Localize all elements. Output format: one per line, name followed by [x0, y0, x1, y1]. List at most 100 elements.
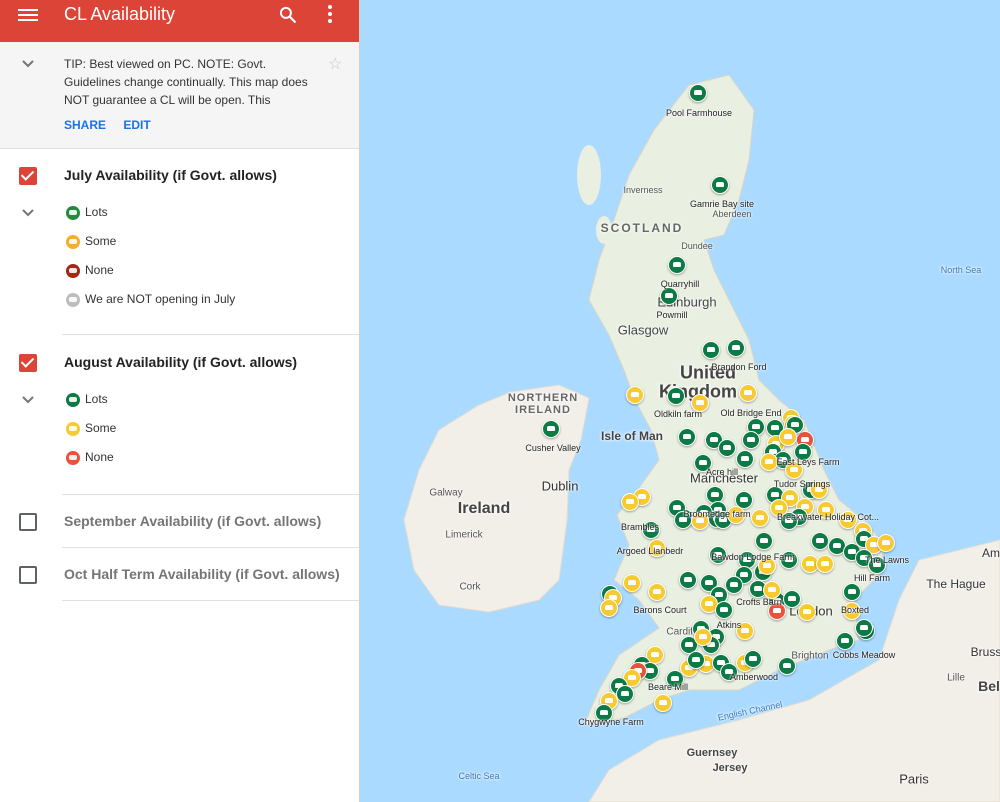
layer-october-title: Oct Half Term Availability (if Govt. all…: [64, 566, 340, 582]
campsite-marker[interactable]: [816, 555, 834, 573]
city-label-amsterdam: Am: [982, 546, 1000, 560]
campervan-icon: [66, 264, 80, 278]
campsite-marker[interactable]: [668, 256, 686, 274]
campsite-marker[interactable]: [760, 453, 778, 471]
campsite-label: Gamrie Bay site: [689, 199, 755, 209]
campsite-marker[interactable]: [689, 84, 707, 102]
campsite-marker[interactable]: [751, 509, 769, 527]
campsite-marker[interactable]: [711, 176, 729, 194]
campsite-label: Argoed Llanbedr: [616, 546, 684, 556]
campsite-marker[interactable]: [654, 694, 672, 712]
region-label-northern-ireland: IRELAND: [515, 404, 571, 416]
campsite-marker[interactable]: [667, 387, 685, 405]
campsite-label: The Lawns: [864, 555, 910, 565]
layer-september-checkbox[interactable]: [19, 513, 37, 531]
layer-october-checkbox[interactable]: [19, 566, 37, 584]
description-text: TIP: Best viewed on PC. NOTE: Govt. Guid…: [64, 57, 308, 107]
campsite-marker[interactable]: [778, 657, 796, 675]
region-label-northern-ireland: NORTHERN: [507, 392, 579, 404]
campsite-label: Amberwood: [729, 672, 779, 682]
campsite-marker[interactable]: [678, 428, 696, 446]
campsite-marker[interactable]: [877, 534, 895, 552]
campsite-marker[interactable]: [660, 287, 678, 305]
city-label-brighton: Brighton: [791, 650, 829, 662]
campsite-label: Atkins: [716, 620, 742, 630]
campsite-marker[interactable]: [836, 632, 854, 650]
search-icon[interactable]: [278, 5, 298, 25]
campsite-marker[interactable]: [783, 590, 801, 608]
city-label-brussels: Bruss: [970, 645, 1000, 659]
menu-icon[interactable]: [18, 6, 38, 26]
campsite-marker[interactable]: [742, 431, 760, 449]
campsite-marker[interactable]: [811, 532, 829, 550]
campsite-label: Pool Farmhouse: [665, 108, 733, 118]
chevron-down-icon[interactable]: [20, 56, 36, 72]
sea-label-celtic-sea: Celtic Sea: [458, 771, 500, 781]
layer-august-checkbox[interactable]: [19, 354, 37, 372]
campsite-label: Cobbs Meadow: [832, 650, 896, 660]
layer-july: July Availability (if Govt. allows) Lots…: [0, 149, 359, 335]
campsite-marker[interactable]: [621, 493, 639, 511]
city-label-paris: Paris: [899, 771, 929, 787]
campsite-marker[interactable]: [694, 628, 712, 646]
layer-october: Oct Half Term Availability (if Govt. all…: [0, 548, 359, 601]
city-label-lille: Lille: [947, 672, 965, 684]
campsite-label: Acre hill: [705, 467, 739, 477]
campsite-marker[interactable]: [679, 571, 697, 589]
campsite-marker[interactable]: [542, 420, 560, 438]
sea-label-north-sea: North Sea: [940, 265, 982, 275]
campsite-label: Beare Mill: [647, 682, 689, 692]
campsite-marker[interactable]: [725, 576, 743, 594]
layer-july-title: July Availability (if Govt. allows): [64, 167, 277, 183]
country-label-ireland: Ireland: [457, 500, 511, 517]
campervan-icon: [66, 206, 80, 220]
campsite-marker[interactable]: [798, 603, 816, 621]
campsite-marker[interactable]: [736, 450, 754, 468]
campsite-label: Oldkiln farm: [653, 409, 703, 419]
campsite-label: Cusher Valley: [525, 443, 581, 453]
city-label-limerick: Limerick: [445, 529, 483, 541]
campsite-marker[interactable]: [702, 341, 720, 359]
share-link[interactable]: SHARE: [64, 118, 106, 132]
campervan-icon: [66, 393, 80, 407]
campsite-marker[interactable]: [687, 651, 705, 669]
city-label-glasgow: Glasgow: [617, 322, 669, 338]
campsite-marker[interactable]: [648, 583, 666, 601]
layer-september: September Availability (if Govt. allows): [0, 495, 359, 548]
city-label-dublin: Dublin: [541, 478, 579, 494]
layers-panel: CL Availability TIP: Best viewed on PC. …: [0, 0, 360, 802]
campsite-marker[interactable]: [855, 619, 873, 637]
city-label-galway: Galway: [429, 487, 463, 499]
campsite-label: Barons Court: [633, 605, 687, 615]
campsite-marker[interactable]: [600, 599, 618, 617]
page-title: CL Availability: [64, 4, 176, 24]
chevron-down-icon[interactable]: [20, 392, 36, 408]
campsite-marker[interactable]: [718, 439, 736, 457]
more-vert-icon[interactable]: [326, 4, 334, 24]
campsite-marker[interactable]: [727, 339, 745, 357]
campervan-icon: [66, 235, 80, 249]
campsite-marker[interactable]: [843, 583, 861, 601]
campsite-label: Brambles: [620, 522, 660, 532]
campsite-marker[interactable]: [626, 386, 644, 404]
layer-september-title: September Availability (if Govt. allows): [64, 513, 322, 529]
layer-july-checkbox[interactable]: [19, 167, 37, 185]
campsite-marker[interactable]: [779, 428, 797, 446]
chevron-down-icon[interactable]: [20, 205, 36, 221]
star-icon[interactable]: ☆: [328, 54, 342, 74]
campsite-label: Powmill: [656, 310, 688, 320]
close-circle-icon: [66, 293, 80, 307]
city-label-the-hague: The Hague: [926, 577, 986, 591]
campsite-marker[interactable]: [744, 650, 762, 668]
campsite-label: Chygwyne Farm: [578, 717, 644, 727]
map-canvas[interactable]: SCOTLAND NORTHERN IRELAND Ireland United…: [359, 0, 1000, 802]
campsite-marker[interactable]: [715, 601, 733, 619]
city-label-inverness: Inverness: [623, 185, 663, 195]
country-label-belgium: Bel: [978, 678, 1000, 694]
campsite-marker[interactable]: [755, 532, 773, 550]
campsite-marker[interactable]: [739, 384, 757, 402]
campsite-label: Boxted: [840, 605, 870, 615]
campsite-marker[interactable]: [616, 685, 634, 703]
campsite-marker[interactable]: [623, 574, 641, 592]
edit-link[interactable]: EDIT: [123, 118, 150, 132]
